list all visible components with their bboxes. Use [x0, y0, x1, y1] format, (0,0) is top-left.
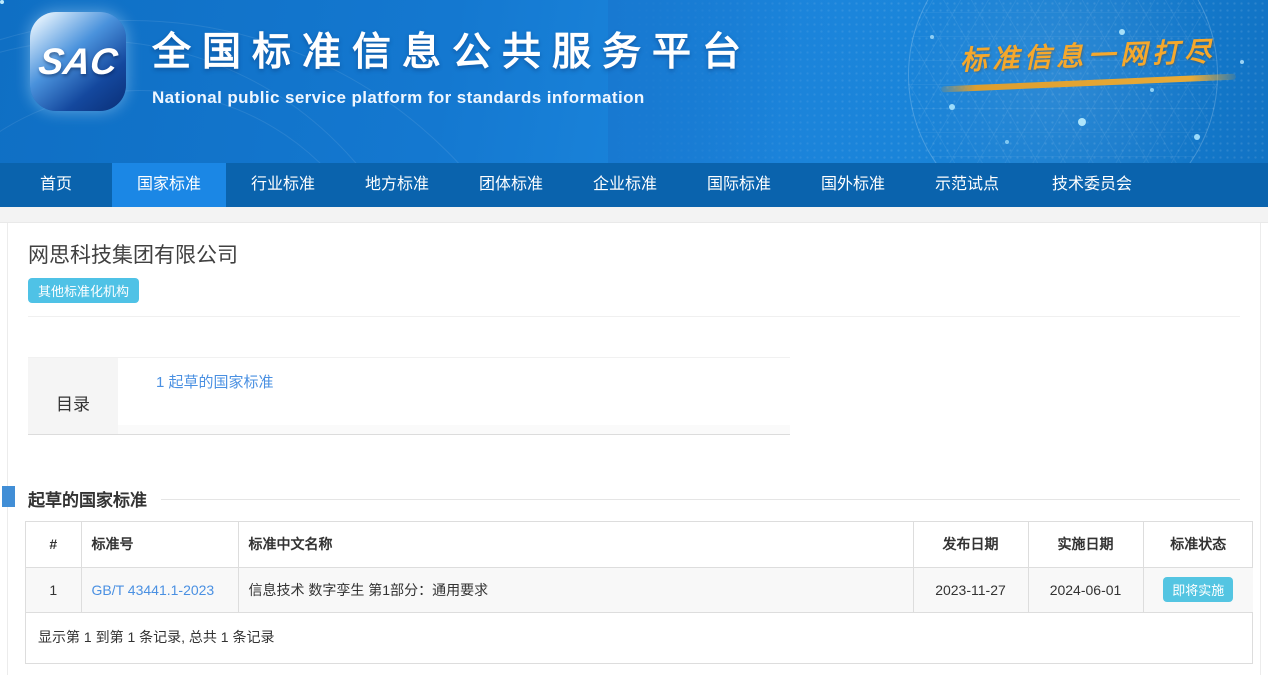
column-header-publish-date: 发布日期 [913, 522, 1028, 567]
section-header: 起草的国家标准 [28, 486, 1240, 511]
cell-name-cn: 信息技术 数字孪生 第1部分：通用要求 [238, 567, 913, 612]
table-row: 1 GB/T 43441.1-2023 信息技术 数字孪生 第1部分：通用要求 … [26, 567, 1253, 612]
record-count-summary: 显示第 1 到第 1 条记录, 总共 1 条记录 [26, 613, 1252, 663]
nav-item-technical-committee[interactable]: 技术委员会 [1024, 163, 1160, 207]
column-header-index: # [26, 522, 81, 567]
section-underline [161, 499, 1240, 500]
toc-label: 目录 [28, 358, 118, 434]
cell-index: 1 [26, 567, 81, 612]
sparkle-dots-decoration [0, 0, 4, 4]
cell-status: 即将实施 [1143, 567, 1253, 612]
toc-body: 1 起草的国家标准 [118, 358, 790, 425]
site-title-block: 全国标准信息公共服务平台 National public service pla… [152, 21, 752, 108]
standards-table-container: # 标准号 标准中文名称 发布日期 实施日期 标准状态 1 GB/T 43441… [25, 521, 1253, 664]
main-nav: 首页 国家标准 行业标准 地方标准 团体标准 企业标准 国际标准 国外标准 示范… [0, 163, 1268, 207]
nav-item-local-standards[interactable]: 地方标准 [340, 163, 454, 207]
nav-item-enterprise-standards[interactable]: 企业标准 [568, 163, 682, 207]
nav-item-international-standards[interactable]: 国际标准 [682, 163, 796, 207]
slogan-text: 标准信息一网打尽 [959, 30, 1216, 78]
content-panel: 网思科技集团有限公司 其他标准化机构 目录 1 起草的国家标准 起草的国家标准 … [7, 223, 1261, 675]
nav-item-national-standards[interactable]: 国家标准 [112, 163, 226, 207]
standard-number-link[interactable]: GB/T 43441.1-2023 [92, 582, 215, 598]
sac-logo-text: SAC [36, 41, 120, 83]
cell-implement-date: 2024-06-01 [1028, 567, 1143, 612]
table-header-row: # 标准号 标准中文名称 发布日期 实施日期 标准状态 [26, 522, 1253, 567]
cell-publish-date: 2023-11-27 [913, 567, 1028, 612]
site-title: 全国标准信息公共服务平台 [152, 21, 752, 77]
nav-item-group-standards[interactable]: 团体标准 [454, 163, 568, 207]
toc-box: 目录 1 起草的国家标准 [28, 357, 790, 435]
cell-standard-no: GB/T 43441.1-2023 [81, 567, 238, 612]
nav-sub-strip [0, 207, 1268, 223]
organization-type-badge: 其他标准化机构 [28, 278, 139, 303]
column-header-name-cn: 标准中文名称 [238, 522, 913, 567]
toc-link-drafted-standards[interactable]: 1 起草的国家标准 [156, 374, 274, 391]
organization-name: 网思科技集团有限公司 [28, 223, 1240, 269]
status-badge: 即将实施 [1163, 577, 1233, 602]
section-marker [2, 486, 15, 507]
column-header-implement-date: 实施日期 [1028, 522, 1143, 567]
standards-table: # 标准号 标准中文名称 发布日期 实施日期 标准状态 1 GB/T 43441… [26, 522, 1253, 613]
slogan-block: 标准信息一网打尽 [933, 34, 1243, 86]
nav-item-pilot-demo[interactable]: 示范试点 [910, 163, 1024, 207]
column-header-standard-no: 标准号 [81, 522, 238, 567]
section-title: 起草的国家标准 [28, 486, 147, 511]
nav-item-industry-standards[interactable]: 行业标准 [226, 163, 340, 207]
nav-item-foreign-standards[interactable]: 国外标准 [796, 163, 910, 207]
site-header: SAC 全国标准信息公共服务平台 National public service… [0, 0, 1268, 163]
nav-item-home[interactable]: 首页 [0, 163, 112, 207]
column-header-status: 标准状态 [1143, 522, 1253, 567]
site-subtitle: National public service platform for sta… [152, 88, 752, 108]
sac-logo[interactable]: SAC [30, 12, 126, 111]
content-divider [28, 316, 1240, 317]
